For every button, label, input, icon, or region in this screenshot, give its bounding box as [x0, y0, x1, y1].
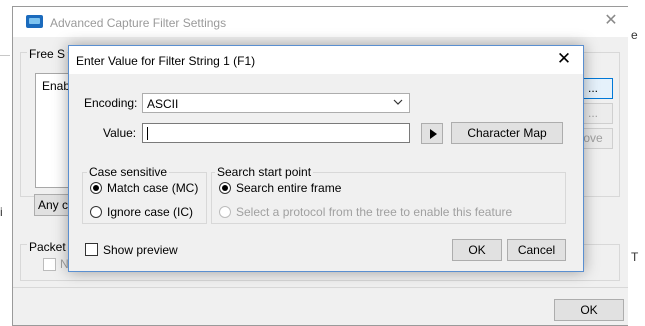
background-right-panel — [628, 0, 645, 326]
encoding-select[interactable]: ASCII — [142, 93, 410, 113]
ok-button[interactable]: OK — [452, 239, 502, 261]
outer-titlebar: Advanced Capture Filter Settings ✕ — [13, 7, 628, 37]
outer-window-title: Advanced Capture Filter Settings — [50, 16, 227, 30]
encoding-value: ASCII — [147, 97, 179, 111]
dialog-title: Enter Value for Filter String 1 (F1) — [76, 54, 256, 68]
show-preview-checkbox[interactable] — [85, 243, 98, 256]
ignore-case-label: Ignore case (IC) — [107, 205, 194, 219]
dialog-titlebar: Enter Value for Filter String 1 (F1) ✕ — [69, 46, 583, 74]
background-text-bottom: T — [631, 250, 639, 264]
close-icon[interactable]: ✕ — [555, 50, 573, 68]
filter-list-header: Enab — [42, 79, 71, 93]
match-case-label: Match case (MC) — [107, 181, 199, 195]
packet-checkbox[interactable] — [43, 258, 56, 271]
cancel-button[interactable]: Cancel — [507, 239, 566, 261]
outer-ok-button[interactable]: OK — [554, 299, 624, 321]
chevron-down-icon — [393, 99, 403, 105]
character-map-button[interactable]: Character Map — [451, 122, 563, 144]
app-window-icon — [26, 15, 43, 28]
packet-group-label: Packet — [27, 240, 68, 254]
select-protocol-label: Select a protocol from the tree to enabl… — [236, 205, 513, 219]
free-string-group-label: Free S — [27, 47, 68, 61]
background-text-top: e — [631, 28, 638, 42]
enter-value-dialog: Enter Value for Filter String 1 (F1) ✕ E… — [68, 45, 584, 272]
show-preview-label: Show preview — [103, 243, 178, 257]
search-entire-frame-radio[interactable] — [219, 182, 231, 194]
footer-divider — [13, 287, 628, 288]
text-caret — [147, 127, 148, 140]
encoding-label: Encoding: — [84, 96, 138, 110]
outer-close-icon[interactable]: ✕ — [602, 12, 620, 30]
match-case-radio[interactable] — [90, 182, 102, 194]
value-label: Value: — [103, 126, 137, 140]
play-icon[interactable] — [421, 123, 443, 144]
search-start-label: Search start point — [215, 165, 314, 179]
value-input[interactable] — [142, 123, 410, 143]
ignore-case-radio[interactable] — [90, 206, 102, 218]
background-divider — [0, 55, 10, 56]
search-entire-frame-label: Search entire frame — [236, 181, 342, 195]
case-sensitive-label: Case sensitive — [87, 165, 170, 179]
select-protocol-radio[interactable] — [219, 206, 231, 218]
background-text: i — [0, 205, 3, 219]
